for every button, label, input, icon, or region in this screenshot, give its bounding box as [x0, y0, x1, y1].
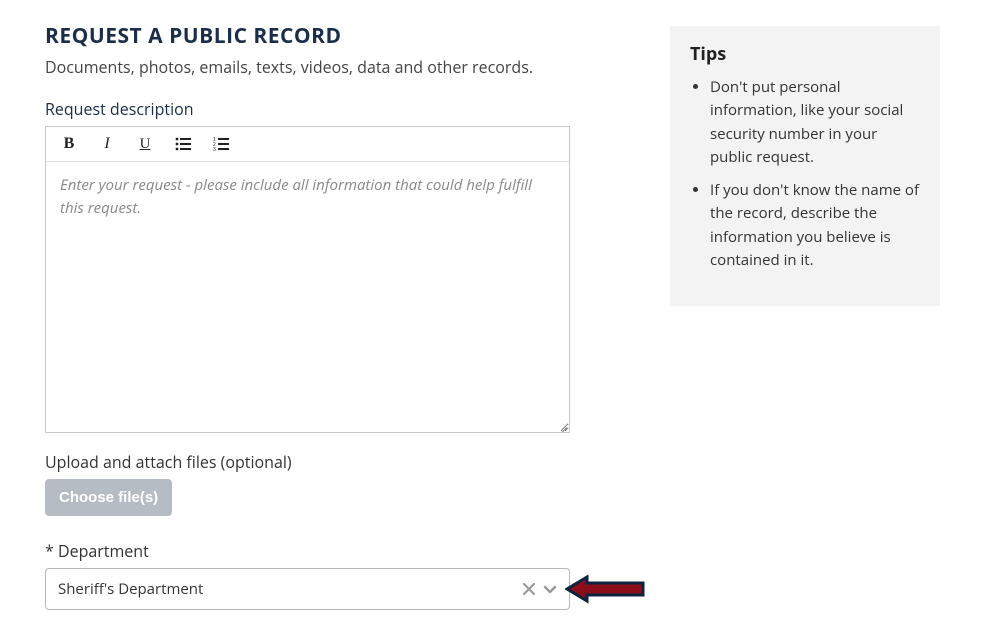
- chevron-down-icon: [543, 585, 557, 595]
- request-description-label: Request description: [45, 98, 570, 120]
- bold-button[interactable]: B: [60, 135, 78, 153]
- editor-toolbar: B I U 1 2: [46, 127, 569, 162]
- request-description-input[interactable]: Enter your request - please include all …: [46, 162, 569, 432]
- bullet-list-icon: [175, 137, 191, 151]
- choose-files-button[interactable]: Choose file(s): [45, 479, 172, 516]
- upload-label: Upload and attach files (optional): [45, 451, 570, 473]
- editor-placeholder: Enter your request - please include all …: [60, 175, 532, 218]
- ordered-list-button[interactable]: 1 2 3: [212, 135, 230, 153]
- underline-button[interactable]: U: [136, 135, 154, 153]
- clear-selection-button[interactable]: [523, 578, 535, 600]
- tips-list: Don't put personal information, like you…: [690, 76, 920, 272]
- department-selected-value: Sheriff's Department: [58, 579, 523, 599]
- dropdown-toggle[interactable]: [543, 578, 557, 600]
- close-icon: [523, 583, 535, 595]
- department-label: * Department: [45, 540, 570, 562]
- tips-item: If you don't know the name of the record…: [710, 179, 920, 272]
- svg-text:3: 3: [213, 147, 216, 151]
- unordered-list-button[interactable]: [174, 135, 192, 153]
- page-subtitle: Documents, photos, emails, texts, videos…: [45, 56, 570, 78]
- rich-text-editor: B I U 1 2: [45, 126, 570, 433]
- tips-title: Tips: [690, 42, 920, 66]
- tips-item: Don't put personal information, like you…: [710, 76, 920, 169]
- numbered-list-icon: 1 2 3: [213, 137, 229, 151]
- page-title: REQUEST A PUBLIC RECORD: [45, 22, 570, 50]
- tips-panel: Tips Don't put personal information, lik…: [670, 26, 940, 306]
- department-select[interactable]: Sheriff's Department: [45, 568, 570, 610]
- italic-button[interactable]: I: [98, 135, 116, 153]
- resize-handle[interactable]: [557, 420, 567, 430]
